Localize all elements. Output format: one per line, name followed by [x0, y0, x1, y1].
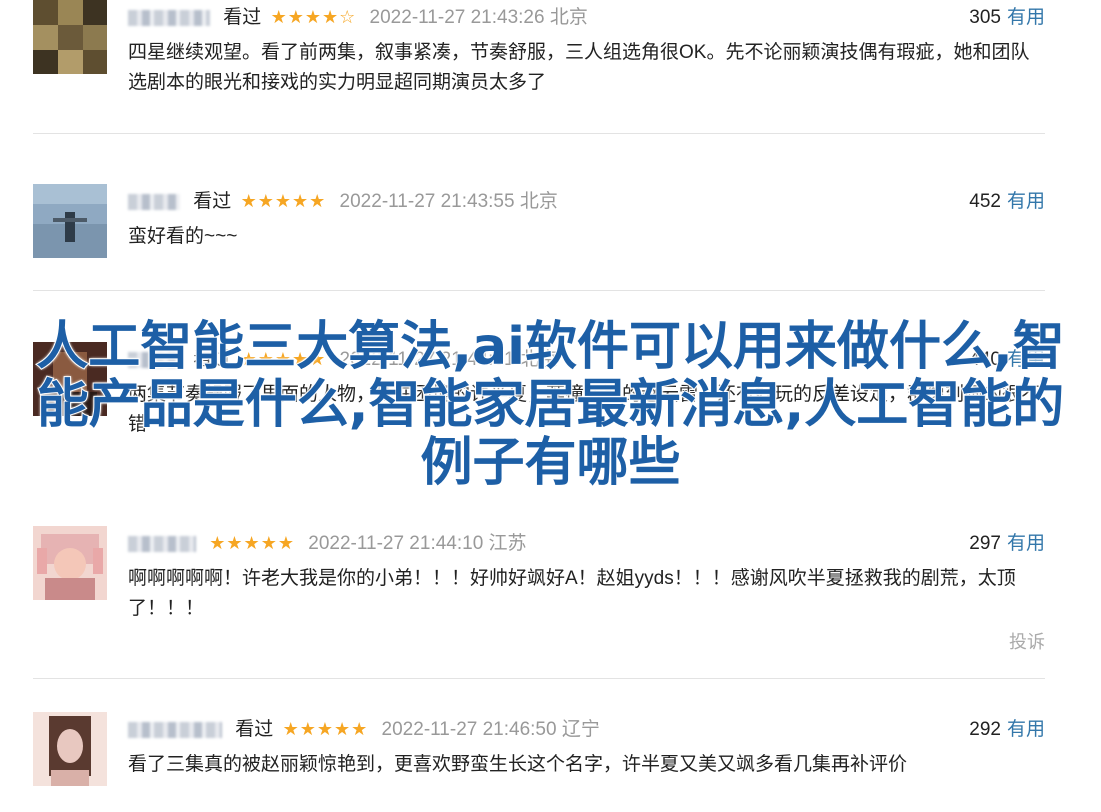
review-content: 看了三集真的被赵丽颖惊艳到，更喜欢野蛮生长这个名字，许半夏又美又飒多看几集再补评… [128, 754, 908, 775]
avatar-image [33, 526, 107, 600]
review-meta: 看过 ★★★★★ 2022-11-27 21:43:55 北京 452 有用 [128, 186, 1045, 214]
divider [33, 290, 1045, 291]
useful-button[interactable]: 有用 [1007, 533, 1045, 554]
avatar-image [33, 184, 107, 258]
divider [33, 133, 1045, 134]
avatar-image [33, 0, 107, 74]
review-meta: 看过 ★★★★☆ 2022-11-27 21:43:26 北京 305 有用 [128, 2, 1045, 30]
useful-vote[interactable]: 452 有用 [969, 186, 1045, 213]
star-rating: ★★★★★ [209, 533, 295, 553]
avatar[interactable] [33, 712, 107, 786]
review-time-location: 2022-11-27 21:43:55 北京 [339, 191, 558, 212]
useful-vote[interactable]: 305 有用 [969, 2, 1045, 29]
star-rating: ★★★★☆ [270, 7, 357, 27]
username-blurred[interactable] [128, 721, 222, 738]
watch-status: 看过 [223, 7, 262, 28]
review-content: 啊啊啊啊啊！许老大我是你的小弟！！！好帅好飒好A！赵姐yyds！！！感谢风吹半夏… [128, 568, 1016, 619]
useful-count: 297 [969, 533, 1001, 554]
review-content: 蛮好看的~~~ [128, 226, 238, 247]
review-time-location: 2022-11-27 21:46:50 辽宁 [381, 719, 600, 740]
overlay-title: 人工智能三大算法,ai软件可以用来做什么,智能产品是什么,智能家居最新消息,人工… [35, 317, 1065, 493]
useful-vote[interactable]: 292 有用 [969, 714, 1045, 741]
useful-vote[interactable]: 297 有用 [969, 528, 1045, 555]
watch-status: 看过 [193, 191, 232, 212]
avatar[interactable] [33, 526, 107, 600]
report-button[interactable]: 投诉 [1009, 628, 1045, 654]
star-rating: ★★★★★ [282, 719, 369, 739]
watch-status: 看过 [235, 719, 274, 740]
useful-button[interactable]: 有用 [1007, 719, 1045, 740]
review-meta: 看过 ★★★★★ 2022-11-27 21:46:50 辽宁 292 有用 [128, 714, 1045, 742]
review-time-location: 2022-11-27 21:44:10 江苏 [308, 533, 527, 554]
useful-button[interactable]: 有用 [1007, 191, 1045, 212]
review-time-location: 2022-11-27 21:43:26 北京 [369, 7, 588, 28]
useful-count: 305 [969, 7, 1001, 28]
avatar[interactable] [33, 0, 107, 74]
username-blurred[interactable] [128, 535, 196, 552]
useful-count: 452 [969, 191, 1001, 212]
star-rating: ★★★★★ [240, 191, 327, 211]
username-blurred[interactable] [128, 193, 180, 210]
username-blurred[interactable] [128, 9, 210, 26]
useful-button[interactable]: 有用 [1007, 7, 1045, 28]
avatar[interactable] [33, 184, 107, 258]
review-meta: ★★★★★ 2022-11-27 21:44:10 江苏 297 有用 [128, 528, 1045, 556]
useful-count: 292 [969, 719, 1001, 740]
divider [33, 678, 1045, 679]
review-content: 四星继续观望。看了前两集，叙事紧凑，节奏舒服，三人组选角很OK。先不论丽颖演技偶… [128, 42, 1030, 93]
avatar-image [33, 712, 107, 786]
